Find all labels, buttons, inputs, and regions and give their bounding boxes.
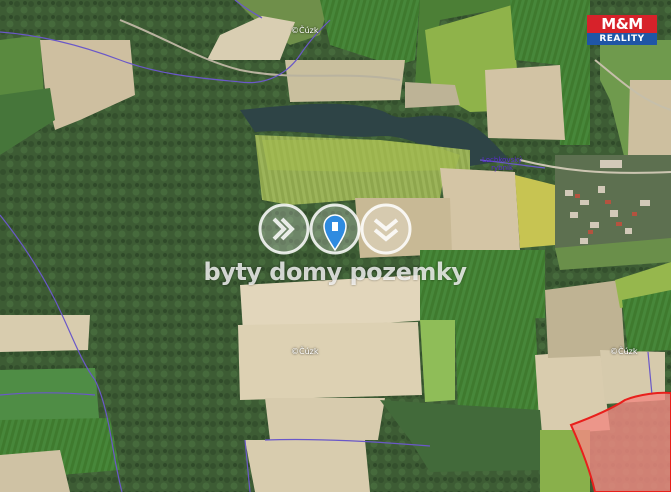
copyright-label: ©Čúzk	[291, 347, 319, 356]
place-label: Lochkovský rybník	[482, 156, 522, 172]
location-pin-icon	[309, 203, 361, 255]
chevrons-down-icon	[360, 203, 412, 255]
brand-logo: M&M REALITY	[587, 14, 657, 46]
brand-logo-top: M&M	[587, 15, 657, 33]
watermark-text: byty domy pozemky	[203, 258, 468, 286]
brand-logo-bottom: REALITY	[587, 33, 657, 45]
place-label-line-2: rybník	[491, 164, 514, 172]
place-label-line-1: Lochkovský	[482, 156, 523, 164]
cadastral-map[interactable]: M&M REALITY ©Čúzk ©Čúzk ©Čúzk Lochkovský…	[0, 0, 671, 492]
copyright-label: ©Čúzk	[291, 26, 319, 35]
copyright-label: ©Čúzk	[610, 347, 638, 356]
handshake-icon	[258, 203, 310, 255]
watermark-icons	[258, 203, 412, 255]
